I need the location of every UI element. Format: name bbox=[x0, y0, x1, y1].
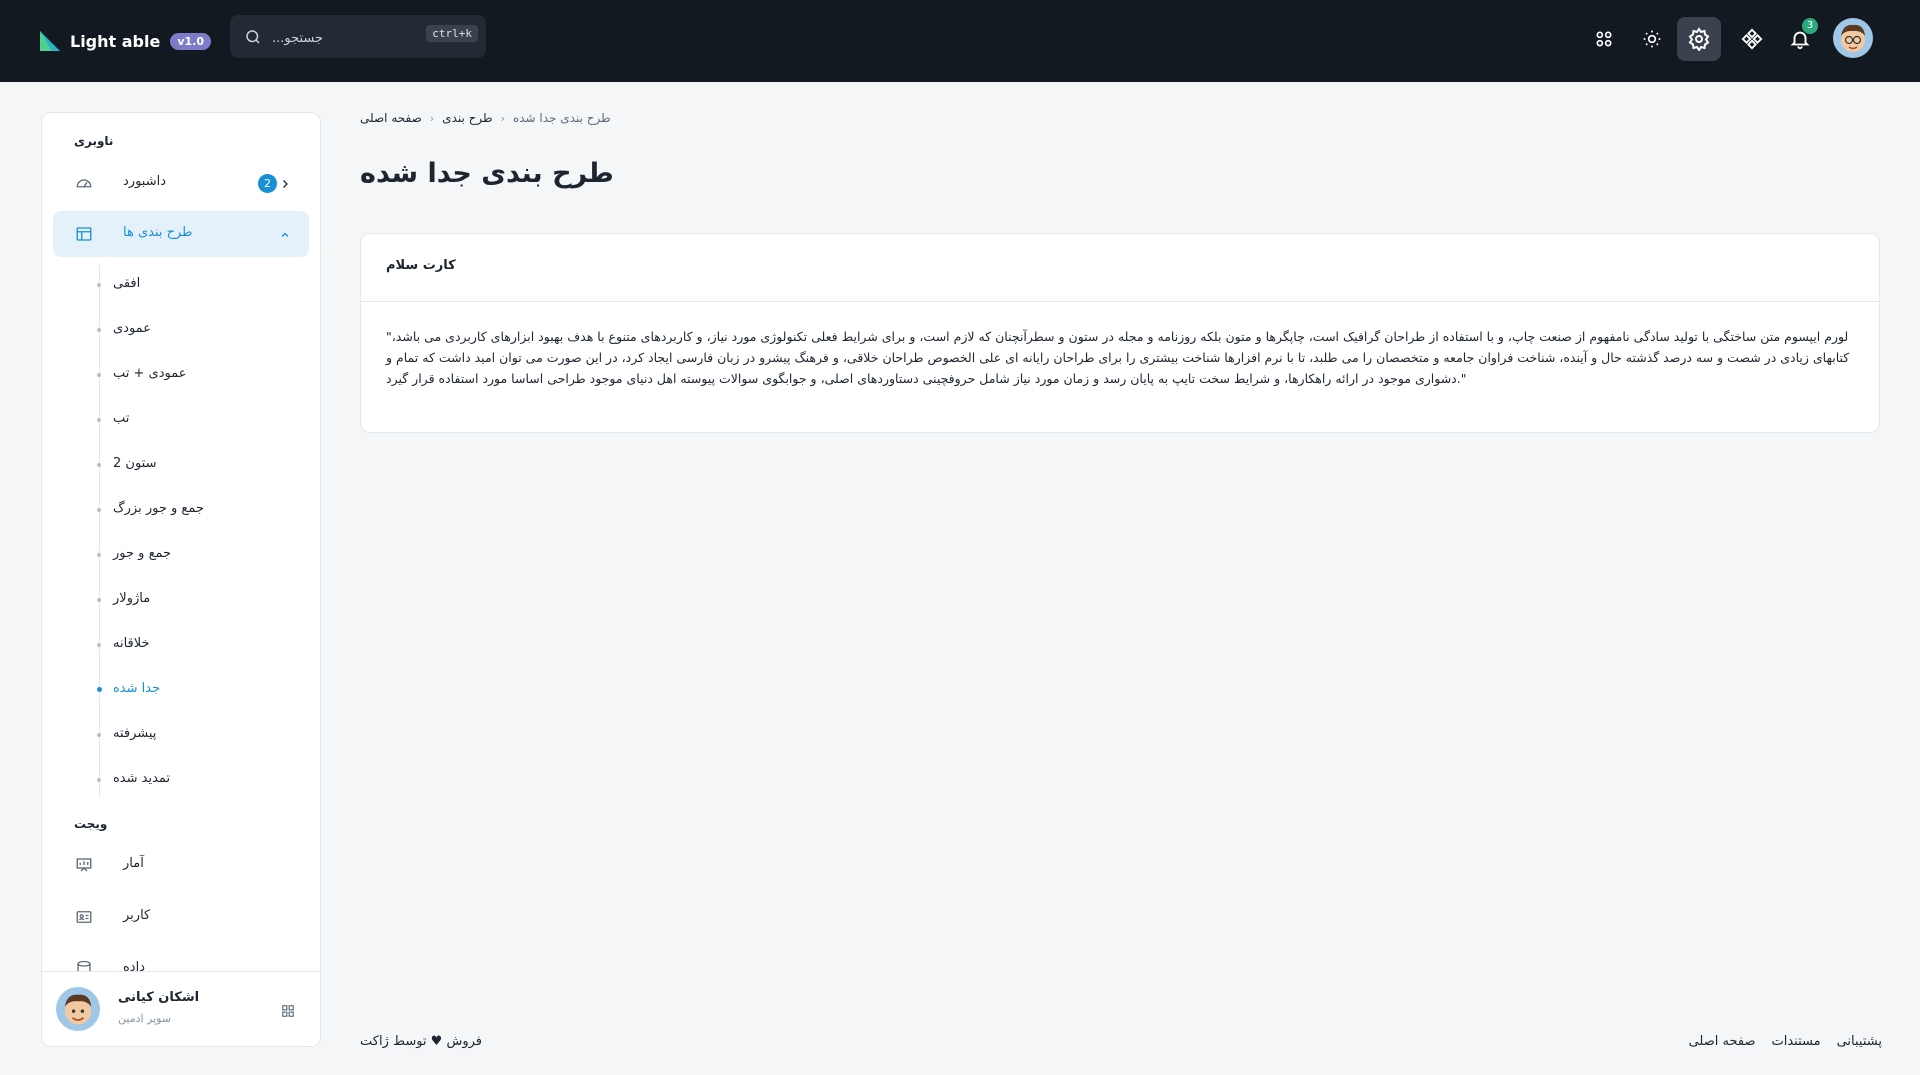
theme-toggle-button[interactable] bbox=[1630, 17, 1674, 61]
sub-item-label: جمع و جور بزرگ bbox=[113, 501, 204, 516]
bullet-dot bbox=[97, 463, 101, 467]
components-button[interactable] bbox=[1730, 17, 1774, 61]
bullet-dot bbox=[97, 418, 101, 422]
user-card-icon bbox=[74, 908, 94, 930]
user-avatar[interactable] bbox=[1833, 18, 1873, 58]
bullet-dot bbox=[97, 283, 101, 287]
hello-card: کارت سلام "لورم ایپسوم متن ساختگی با تول… bbox=[360, 233, 1880, 433]
sub-item-label: تب bbox=[113, 411, 130, 426]
chevron-up-icon bbox=[279, 226, 291, 245]
sidebar-item-label: کاربر bbox=[123, 908, 151, 923]
user-avatar bbox=[56, 987, 100, 1031]
brand-name: Light able bbox=[70, 31, 161, 51]
diamond-icon bbox=[1741, 28, 1763, 50]
search-box[interactable]: ctrl+k bbox=[230, 15, 486, 58]
sidebar-item-dashboard[interactable]: داشبورد 2 bbox=[53, 160, 309, 206]
sub-item-label: تمدید شده bbox=[113, 771, 171, 786]
bullet-dot bbox=[97, 508, 101, 512]
bullet-dot bbox=[97, 643, 101, 647]
apps-icon bbox=[1596, 31, 1612, 47]
footer-links: صفحه اصلی مستندات پشتیبانی bbox=[1689, 1034, 1882, 1049]
notification-count-badge: 3 bbox=[1802, 18, 1818, 34]
breadcrumb-home[interactable]: صفحه اصلی bbox=[360, 111, 422, 125]
user-menu-icon[interactable] bbox=[281, 1003, 295, 1022]
sub-item-label: عمودی + تب bbox=[113, 366, 187, 381]
card-title: کارت سلام bbox=[386, 258, 456, 273]
widget-caption: ویجت bbox=[74, 817, 108, 831]
sidebar: ناوبری داشبورد 2 طرح بندی ها افقی عمودی … bbox=[41, 112, 321, 1047]
chevron-right-icon: › bbox=[500, 111, 505, 125]
layout-icon bbox=[74, 225, 94, 247]
sub-item-label: پیشرفته bbox=[113, 726, 157, 741]
brand[interactable]: Light able v1.0 bbox=[38, 25, 211, 57]
sub-item-label: افقی bbox=[113, 276, 141, 291]
search-input[interactable] bbox=[270, 27, 434, 49]
sidebar-item-stats[interactable]: آمار bbox=[53, 842, 309, 888]
sidebar-item-label: طرح بندی ها bbox=[123, 225, 193, 240]
sub-item-label: ستون 2 bbox=[113, 456, 157, 471]
card-body-text: "لورم ایپسوم متن ساختگی با تولید سادگی ن… bbox=[386, 329, 1850, 386]
notifications-button[interactable]: 3 bbox=[1778, 17, 1822, 61]
breadcrumb-current: طرح بندی جدا شده bbox=[512, 111, 611, 125]
breadcrumb-layout[interactable]: طرح بندی bbox=[442, 111, 492, 125]
sun-icon bbox=[1643, 30, 1661, 48]
dashboard-gauge-icon bbox=[74, 174, 94, 196]
bullet-dot bbox=[97, 373, 101, 377]
page-title: طرح بندی جدا شده bbox=[360, 158, 614, 189]
sidebar-item-layouts[interactable]: طرح بندی ها bbox=[53, 211, 309, 257]
bullet-dot bbox=[97, 687, 102, 692]
top-header: Light able v1.0 ctrl+k 3 bbox=[0, 0, 1920, 82]
sub-item-label: جمع و جور bbox=[113, 546, 172, 561]
settings-button[interactable] bbox=[1677, 17, 1721, 61]
footer-link-home[interactable]: صفحه اصلی bbox=[1689, 1034, 1756, 1049]
footer-link-support[interactable]: پشتیبانی bbox=[1837, 1034, 1882, 1049]
bullet-dot bbox=[97, 598, 101, 602]
dashboard-count-badge: 2 bbox=[258, 174, 277, 193]
sidebar-item-label: داشبورد bbox=[123, 174, 166, 189]
footer-credit: فروش ♥ توسط ژاکت bbox=[360, 1034, 482, 1049]
sub-item-label: ماژولار bbox=[113, 591, 151, 606]
search-icon bbox=[246, 30, 260, 44]
chevron-right-icon bbox=[279, 175, 291, 194]
bullet-dot bbox=[97, 328, 101, 332]
bullet-dot bbox=[97, 778, 101, 782]
submenu-line bbox=[99, 265, 100, 798]
search-shortcut: ctrl+k bbox=[426, 25, 478, 42]
gear-icon bbox=[1688, 27, 1710, 51]
stats-icon bbox=[74, 856, 94, 878]
sidebar-item-label: آمار bbox=[123, 856, 144, 871]
user-role: سوپر ادمین bbox=[118, 1012, 172, 1025]
sub-item-label: جدا شده bbox=[113, 681, 161, 696]
sub-item-label: عمودی bbox=[113, 321, 151, 336]
breadcrumb: صفحه اصلی › طرح بندی › طرح بندی جدا شده bbox=[360, 109, 611, 127]
brand-logo-icon bbox=[38, 29, 62, 53]
footer-link-docs[interactable]: مستندات bbox=[1772, 1034, 1821, 1049]
sidebar-item-user[interactable]: کاربر bbox=[53, 894, 309, 940]
bullet-dot bbox=[97, 733, 101, 737]
card-header: کارت سلام bbox=[361, 234, 1879, 302]
apps-button[interactable] bbox=[1582, 17, 1626, 61]
sub-item-label: خلاقانه bbox=[113, 636, 150, 651]
version-badge: v1.0 bbox=[170, 32, 211, 50]
user-name: اشکان کیانی bbox=[118, 990, 200, 1005]
chevron-right-icon: › bbox=[429, 111, 435, 125]
sidebar-user-panel[interactable]: اشکان کیانی سوپر ادمین bbox=[42, 971, 320, 1046]
nav-caption: ناوبری bbox=[74, 134, 114, 148]
bullet-dot bbox=[97, 553, 101, 557]
